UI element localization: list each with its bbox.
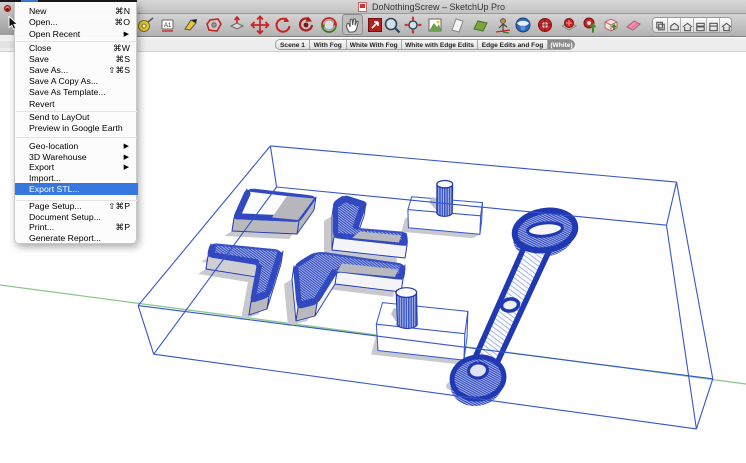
svg-text:A1: A1 xyxy=(164,23,172,29)
